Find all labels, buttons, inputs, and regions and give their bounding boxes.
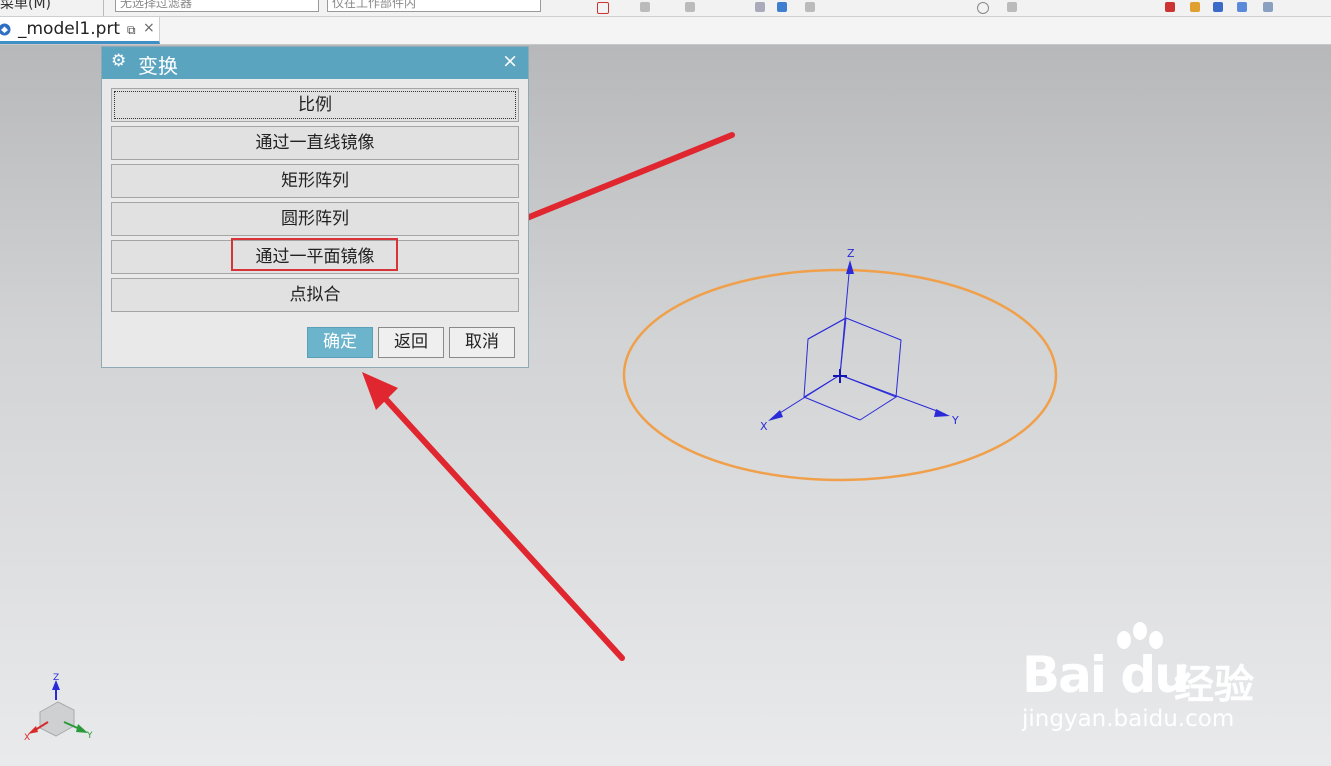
back-button[interactable]: 返回 — [378, 327, 444, 358]
option-mirror-through-plane[interactable]: 通过一平面镜像 — [111, 240, 519, 274]
wcs-x-label: X — [760, 420, 768, 433]
ok-button[interactable]: 确定 — [307, 327, 373, 358]
top-toolbar: 菜单(M) 无选择过滤器 仅在工作部件内 — [0, 0, 1331, 17]
material-icon[interactable] — [1190, 2, 1200, 12]
toolbar-icon-row — [545, 0, 1331, 16]
restore-window-icon[interactable]: ⧉ — [127, 23, 136, 38]
wcs-y-label: Y — [951, 414, 959, 427]
wcs-arrowheads — [768, 260, 950, 421]
view-triad-y-label: Y — [86, 731, 93, 741]
tab-label: _model1.prt — [18, 19, 121, 39]
tab-close-icon[interactable]: × — [143, 20, 155, 36]
dialog-title: 变换 — [138, 54, 178, 78]
wcs-z-label: Z — [847, 247, 855, 260]
document-tab-strip: _model1.prt ⧉ × — [0, 17, 1331, 45]
option-point-fit[interactable]: 点拟合 — [111, 278, 519, 312]
cancel-button[interactable]: 取消 — [449, 327, 515, 358]
settings-icon[interactable] — [1237, 2, 1247, 12]
layer-icon[interactable] — [1213, 2, 1223, 12]
part-file-icon — [0, 23, 11, 36]
snap-endpoint-icon[interactable] — [640, 2, 650, 12]
transform-dialog: ⚙ 变换 × 比例 通过一直线镜像 矩形阵列 圆形阵列 通过一平面镜像 点拟合 … — [101, 46, 529, 368]
wcs-triad[interactable] — [771, 261, 946, 421]
wcs-origin — [833, 369, 847, 383]
view-triad-x-label: X — [24, 733, 30, 743]
toolbar-separator — [103, 0, 104, 16]
menu-button[interactable]: 菜单(M) — [0, 0, 51, 13]
snap-midpoint-icon[interactable] — [685, 2, 695, 12]
view-triad[interactable] — [28, 680, 88, 737]
selection-filter-dropdown[interactable]: 无选择过滤器 — [115, 0, 319, 12]
dialog-title-bar[interactable]: ⚙ 变换 × — [102, 47, 528, 79]
rotate-icon[interactable] — [977, 2, 989, 14]
option-rectangular-array[interactable]: 矩形阵列 — [111, 164, 519, 198]
selection-scope-dropdown[interactable]: 仅在工作部件内 — [327, 0, 541, 12]
render-icon[interactable] — [1165, 2, 1175, 12]
shaded-view-icon[interactable] — [777, 2, 787, 12]
snap-point-icon[interactable] — [597, 2, 609, 14]
option-mirror-through-line[interactable]: 通过一直线镜像 — [111, 126, 519, 160]
close-icon[interactable]: × — [502, 50, 518, 72]
help-icon[interactable] — [1263, 2, 1273, 12]
gear-icon: ⚙ — [111, 51, 127, 71]
fit-view-icon[interactable] — [805, 2, 815, 12]
pan-icon[interactable] — [1007, 2, 1017, 12]
option-scale[interactable]: 比例 — [111, 88, 519, 122]
view-triad-z-label: Z — [53, 673, 59, 683]
tab-model1[interactable]: _model1.prt ⧉ × — [0, 17, 160, 44]
orient-view-icon[interactable] — [755, 2, 765, 12]
option-circular-array[interactable]: 圆形阵列 — [111, 202, 519, 236]
